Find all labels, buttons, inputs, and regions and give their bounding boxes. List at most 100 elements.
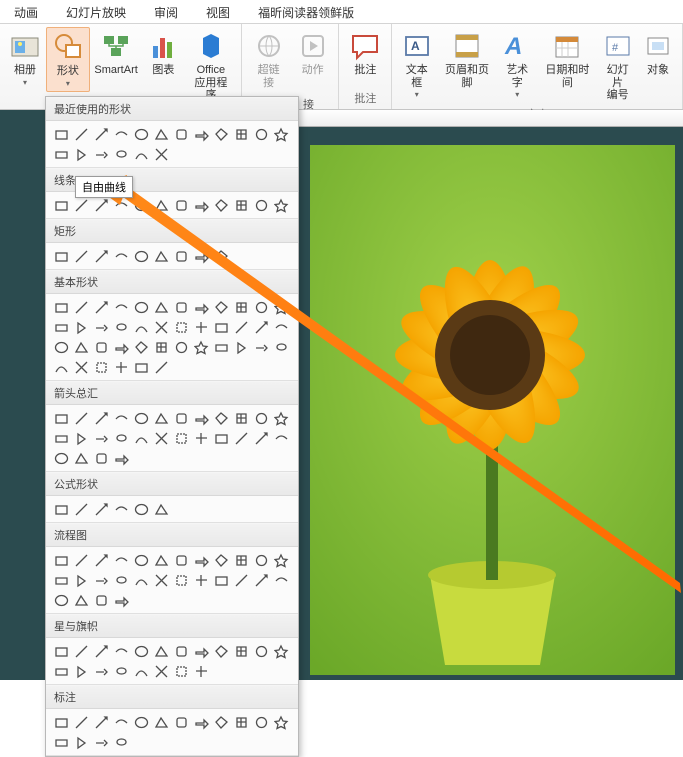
shape-option[interactable] (92, 429, 111, 447)
shape-option[interactable] (132, 298, 151, 316)
shape-option[interactable] (272, 298, 291, 316)
shape-option[interactable] (72, 449, 91, 467)
shape-option[interactable] (112, 551, 131, 569)
shape-option[interactable] (92, 145, 111, 163)
shape-option[interactable] (192, 125, 211, 143)
shape-option[interactable] (252, 429, 271, 447)
shape-option[interactable] (152, 713, 171, 731)
shape-option[interactable] (92, 338, 111, 356)
shape-option[interactable] (192, 196, 211, 214)
shape-option[interactable] (52, 358, 71, 376)
shape-option[interactable] (212, 298, 231, 316)
shape-option[interactable] (112, 642, 131, 660)
shape-option[interactable] (212, 551, 231, 569)
shape-option[interactable] (72, 429, 91, 447)
shape-option[interactable] (112, 125, 131, 143)
shape-option[interactable] (232, 429, 251, 447)
shape-option[interactable] (92, 247, 111, 265)
smartart-button[interactable]: SmartArt (90, 27, 143, 80)
shape-option[interactable] (272, 571, 291, 589)
tab-foxit[interactable]: 福昕阅读器领鲜版 (244, 0, 368, 23)
shape-option[interactable] (272, 429, 291, 447)
shape-option[interactable] (52, 571, 71, 589)
shape-option[interactable] (172, 409, 191, 427)
shape-option[interactable] (132, 196, 151, 214)
shape-option[interactable] (72, 662, 91, 680)
shape-option[interactable] (272, 338, 291, 356)
shape-option[interactable] (92, 713, 111, 731)
shape-option[interactable] (132, 318, 151, 336)
shape-option[interactable] (112, 298, 131, 316)
shape-option[interactable] (72, 247, 91, 265)
shape-option[interactable] (212, 125, 231, 143)
shape-option[interactable] (72, 500, 91, 518)
shape-option[interactable] (172, 247, 191, 265)
shape-option[interactable] (272, 713, 291, 731)
shape-option[interactable] (232, 642, 251, 660)
shape-option[interactable] (72, 125, 91, 143)
shape-option[interactable] (192, 429, 211, 447)
shape-option[interactable] (52, 662, 71, 680)
shape-option[interactable] (232, 551, 251, 569)
shape-option[interactable] (152, 247, 171, 265)
shape-option[interactable] (72, 409, 91, 427)
shape-option[interactable] (92, 500, 111, 518)
shape-option[interactable] (132, 125, 151, 143)
shape-option[interactable] (132, 571, 151, 589)
shape-option[interactable] (52, 338, 71, 356)
shape-option[interactable] (72, 338, 91, 356)
shape-option[interactable] (132, 358, 151, 376)
shape-option[interactable] (212, 196, 231, 214)
shape-option[interactable] (92, 662, 111, 680)
shape-option[interactable] (112, 733, 131, 751)
shape-option[interactable] (152, 662, 171, 680)
shape-option[interactable] (72, 591, 91, 609)
shape-option[interactable] (52, 733, 71, 751)
shape-option[interactable] (112, 429, 131, 447)
shape-option[interactable] (132, 500, 151, 518)
shape-option[interactable] (172, 551, 191, 569)
shape-option[interactable] (52, 449, 71, 467)
textbox-button[interactable]: A 文本框 ▾ (396, 27, 437, 102)
shape-option[interactable] (112, 338, 131, 356)
shape-option[interactable] (212, 409, 231, 427)
shape-option[interactable] (92, 298, 111, 316)
shape-option[interactable] (232, 713, 251, 731)
shape-option[interactable] (132, 662, 151, 680)
shape-option[interactable] (272, 196, 291, 214)
shape-option[interactable] (92, 358, 111, 376)
shape-option[interactable] (232, 125, 251, 143)
action-button[interactable]: 动作 (291, 27, 335, 80)
shape-option[interactable] (112, 500, 131, 518)
shape-option[interactable] (172, 642, 191, 660)
shape-option[interactable] (92, 409, 111, 427)
shape-option[interactable] (112, 145, 131, 163)
shape-option[interactable] (52, 318, 71, 336)
datetime-button[interactable]: 日期和时间 (538, 27, 598, 92)
shape-option[interactable] (132, 247, 151, 265)
shape-option[interactable] (152, 409, 171, 427)
tab-view[interactable]: 视图 (192, 0, 244, 23)
shape-option[interactable] (112, 571, 131, 589)
shape-option[interactable] (72, 713, 91, 731)
shape-option[interactable] (252, 318, 271, 336)
shape-option[interactable] (72, 571, 91, 589)
shape-option[interactable] (152, 642, 171, 660)
shape-option[interactable] (212, 713, 231, 731)
shape-option[interactable] (192, 247, 211, 265)
shape-option[interactable] (172, 429, 191, 447)
shape-option[interactable] (132, 338, 151, 356)
shape-option[interactable] (92, 571, 111, 589)
shape-option[interactable] (92, 642, 111, 660)
shape-option[interactable] (212, 247, 231, 265)
shape-option[interactable] (172, 571, 191, 589)
shape-option[interactable] (172, 318, 191, 336)
wordart-button[interactable]: A 艺术字 ▾ (497, 27, 538, 102)
shape-option[interactable] (52, 591, 71, 609)
shape-option[interactable] (252, 409, 271, 427)
shape-option[interactable] (112, 713, 131, 731)
shape-option[interactable] (272, 318, 291, 336)
shape-option[interactable] (232, 409, 251, 427)
shape-option[interactable] (52, 642, 71, 660)
shape-option[interactable] (192, 713, 211, 731)
